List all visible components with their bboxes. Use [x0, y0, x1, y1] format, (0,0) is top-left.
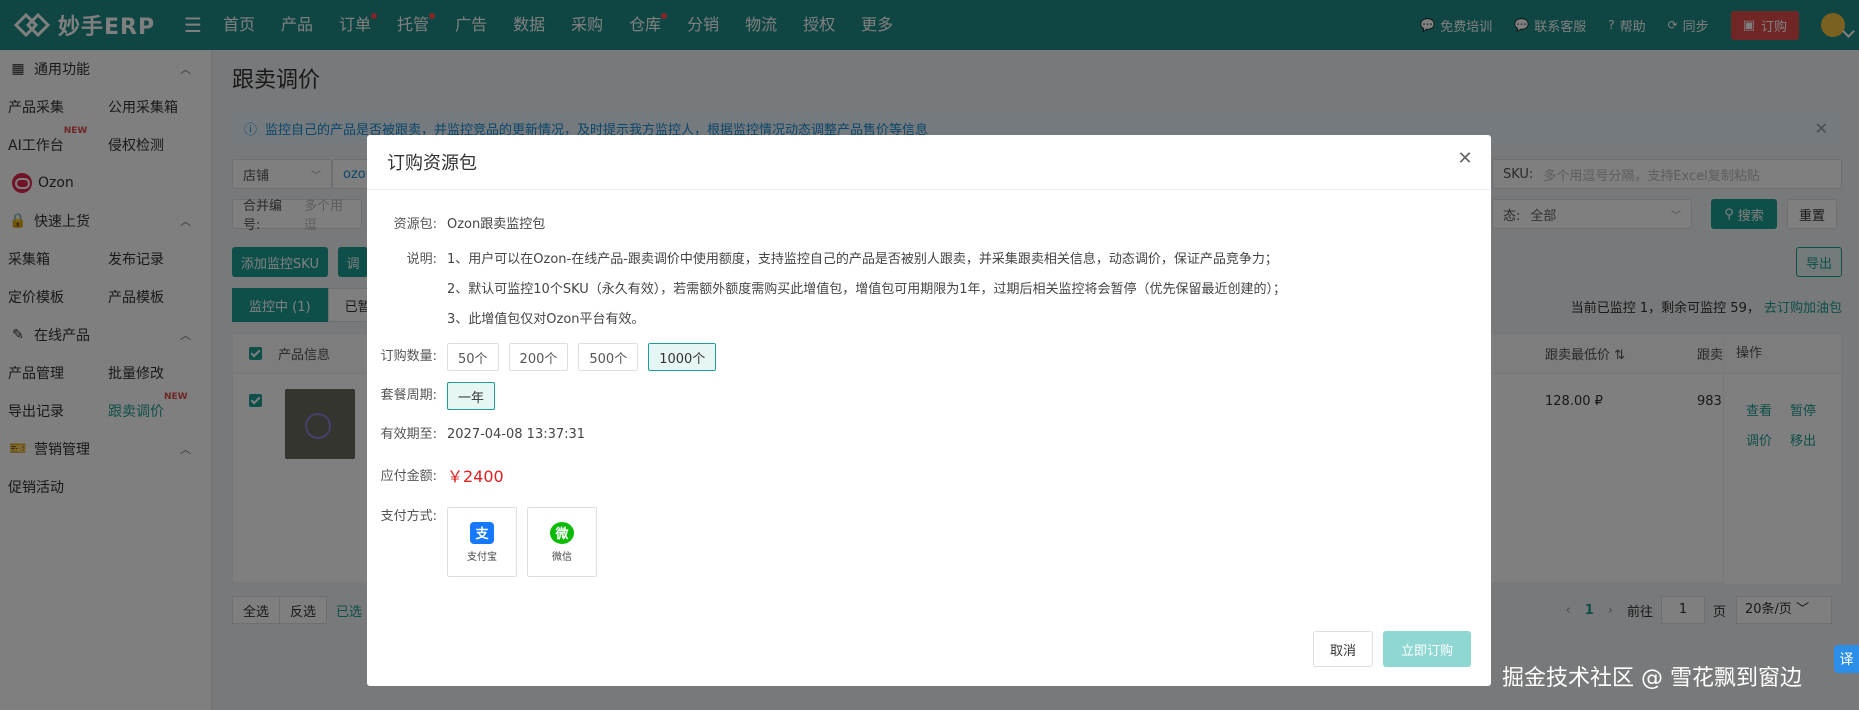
qty-option-200[interactable]: 200个 — [508, 343, 569, 371]
close-icon[interactable]: ✕ — [1453, 147, 1477, 171]
cancel-button[interactable]: 取消 — [1313, 631, 1373, 667]
translate-icon[interactable]: 译 — [1834, 645, 1859, 673]
package-value: Ozon跟卖监控包 — [447, 217, 546, 232]
pay-wechat[interactable]: 微 微信 — [527, 507, 597, 577]
description-row: 说明: 1、用户可以在Ozon-在线产品-跟卖调价中使用额度，支持监控自己的产品… — [367, 250, 1286, 340]
period-option-one-year[interactable]: 一年 — [447, 382, 496, 410]
package-row: 资源包: Ozon跟卖监控包 — [367, 215, 546, 235]
dialog-title: 订购资源包 — [367, 135, 1491, 190]
buy-now-button[interactable]: 立即订购 — [1383, 631, 1471, 667]
description-text: 1、用户可以在Ozon-在线产品-跟卖调价中使用额度，支持监控自己的产品是否被别… — [447, 252, 1287, 327]
amount-value: ￥2400 — [447, 467, 504, 486]
purchase-package-dialog: 订购资源包 ✕ 资源包: Ozon跟卖监控包 说明: 1、用户可以在Ozon-在… — [367, 135, 1491, 686]
quantity-row: 订购数量: 50个 200个 500个 1000个 — [367, 343, 726, 371]
expire-row: 有效期至: 2027-04-08 13:37:31 — [367, 425, 585, 445]
watermark-text: 掘金技术社区 @ 雪花飘到窗边 — [1502, 666, 1802, 691]
amount-row: 应付金额: ￥2400 — [380, 467, 504, 486]
payment-row: 支付方式: 支 支付宝 微 微信 — [367, 507, 607, 577]
pay-alipay[interactable]: 支 支付宝 — [447, 507, 517, 577]
alipay-icon: 支 — [470, 521, 494, 544]
wechat-icon: 微 — [550, 521, 574, 544]
expire-value: 2027-04-08 13:37:31 — [447, 427, 586, 442]
qty-option-50[interactable]: 50个 — [447, 343, 499, 371]
period-row: 套餐周期: 一年 — [367, 382, 505, 410]
qty-option-1000[interactable]: 1000个 — [648, 343, 717, 371]
qty-option-500[interactable]: 500个 — [578, 343, 639, 371]
